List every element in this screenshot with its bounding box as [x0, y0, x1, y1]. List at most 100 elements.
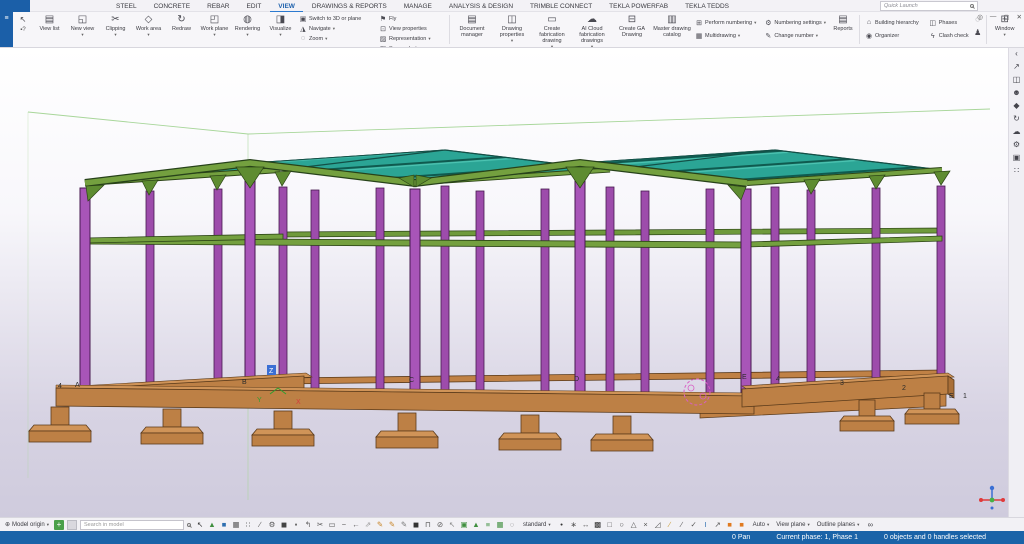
fly-button[interactable]: ⚑ Fly ▾ [379, 15, 445, 23]
back-columns[interactable] [146, 186, 945, 395]
add-point-button[interactable]: + [54, 520, 64, 530]
select-component-gear-icon[interactable]: ⚙ [266, 519, 278, 530]
select-grid-icon[interactable]: ▦ [230, 519, 242, 530]
tab-concrete[interactable]: CONCRETE [154, 3, 190, 10]
building-hierarchy-button[interactable]: ⌂ Building hierarchy [865, 19, 919, 26]
ai-cloud-fabrication-drawings-button[interactable]: ☁ AI Cloud fabrication drawings ▾ [572, 12, 612, 47]
minimize-button[interactable]: — [990, 13, 997, 21]
green-box-icon[interactable]: ▣ [458, 519, 470, 530]
select-cursor-button[interactable]: ↖ [20, 15, 27, 24]
snap-circle-icon[interactable]: ○ [616, 519, 628, 530]
model-origin-dropdown[interactable]: ⊕ Model origin ▾ [3, 520, 51, 529]
share-icon[interactable]: ↗ [1013, 62, 1020, 71]
view-plane-dropdown[interactable]: View plane ▾ [774, 521, 812, 529]
select-line-icon[interactable]: ∕ [254, 519, 266, 530]
select-dash-icon[interactable]: − [338, 519, 350, 530]
document-manager-button[interactable]: ▤ Document manager ▾ [452, 12, 492, 47]
file-menu-button[interactable]: ≡ [0, 12, 13, 47]
change-number-button[interactable]: ✎ Change number ▾ [764, 32, 826, 40]
magnifier-icon[interactable]: ◌ [506, 519, 518, 530]
tab-trimble-connect[interactable]: TRIMBLE CONNECT [530, 3, 592, 10]
select-back-icon[interactable]: ← [350, 519, 362, 530]
snap-slash-icon[interactable]: ∕ [664, 519, 676, 530]
zoom-button[interactable]: ◌ Zoom ▾ [299, 35, 375, 42]
pen-gray-icon[interactable]: ✎ [398, 519, 410, 530]
snap-triangle-icon[interactable]: △ [628, 519, 640, 530]
snap-ref-icon[interactable]: • [556, 519, 568, 530]
pen-orange-icon[interactable]: ✎ [374, 519, 386, 530]
maximize-button[interactable]: ▢ [1003, 13, 1009, 21]
new-view-button[interactable]: ◱ New view ▾ [66, 12, 99, 47]
select-bolt-icon[interactable]: ▪ [290, 519, 302, 530]
account-icon[interactable]: ◎ [977, 13, 983, 21]
work-area-button[interactable]: ◇ Work area ▾ [132, 12, 165, 47]
shape-pi-icon[interactable]: ⊓ [422, 519, 434, 530]
green-tri-icon[interactable]: ▲ [470, 519, 482, 530]
snap-profile-dropdown[interactable]: standard ▾ [521, 521, 553, 529]
snap-diagonal-icon[interactable]: ↗ [712, 519, 724, 530]
auto-dropdown[interactable]: Auto ▾ [751, 521, 772, 529]
no-symbol-icon[interactable]: ⊘ [434, 519, 446, 530]
work-plane-button[interactable]: ◰ Work plane ▾ [198, 12, 231, 47]
snap-square-icon[interactable]: □ [604, 519, 616, 530]
master-drawing-catalog-button[interactable]: ▥ Master drawing catalog ▾ [652, 12, 692, 47]
snap-ibeam-icon[interactable]: I [700, 519, 712, 530]
tab-tekla-tedds[interactable]: TEKLA TEDDS [685, 3, 729, 10]
snap-grid-icon[interactable]: ■ [736, 519, 748, 530]
view-properties-button[interactable]: ⊡ View properties ▾ [379, 25, 445, 33]
drawing-properties-button[interactable]: ◫ Drawing properties ▾ [492, 12, 532, 47]
clash-check-button[interactable]: ϟ Clash check [929, 33, 969, 40]
tab-drawings-reports[interactable]: DRAWINGS & REPORTS [312, 3, 387, 10]
snap-checker-icon[interactable]: ▩ [592, 519, 604, 530]
select-plane-icon[interactable]: ▭ [326, 519, 338, 530]
settings-icon[interactable]: ⚙ [1013, 140, 1020, 149]
snap-slash2-icon[interactable]: ∕ [676, 519, 688, 530]
multidrawing-button[interactable]: ▦ Multidrawing ▾ [695, 32, 756, 40]
clipping-button[interactable]: ✂ Clipping ▾ [99, 12, 132, 47]
numbering-settings-button[interactable]: ⚙ Numbering settings ▾ [764, 19, 826, 27]
tab-rebar[interactable]: REBAR [207, 3, 229, 10]
view-list-button[interactable]: ▤ View list ▾ [33, 12, 66, 47]
list-green-icon[interactable]: ≡ [482, 519, 494, 530]
select-bend-icon[interactable]: ↰ [302, 519, 314, 530]
close-button[interactable]: ✕ [1017, 13, 1022, 21]
users-icon[interactable]: ☻ [1012, 88, 1020, 97]
cloud-icon[interactable]: ☁ [1013, 127, 1021, 136]
cursor2-icon[interactable]: ↖ [446, 519, 458, 530]
select-points-icon[interactable]: ∷ [242, 519, 254, 530]
reports-button[interactable]: ▤ Reports [829, 12, 857, 47]
snap-corner-icon[interactable]: ◿ [652, 519, 664, 530]
tab-edit[interactable]: EDIT [246, 3, 261, 10]
tab-manage[interactable]: MANAGE [404, 3, 432, 10]
create-ga-drawing-button[interactable]: ⊟ Create GA Drawing ▾ [612, 12, 652, 47]
select-cursor-icon[interactable]: ↖ [194, 519, 206, 530]
select-arrow-icon[interactable]: ⇗ [362, 519, 374, 530]
search-icon[interactable] [187, 523, 191, 527]
select-filter-icon[interactable]: ■ [218, 519, 230, 530]
snap-ortho-icon[interactable]: ■ [724, 519, 736, 530]
select-components-icon[interactable]: ▲ [206, 519, 218, 530]
phases-button[interactable]: ◫ Phases [929, 19, 969, 27]
create-fabrication-drawing-button[interactable]: ▭ Create fabrication drawing ▾ [532, 12, 572, 47]
tab-steel[interactable]: STEEL [116, 3, 137, 10]
rendering-button[interactable]: ◍ Rendering ▾ [231, 12, 264, 47]
switch-3d-plane-button[interactable]: ▣ Switch to 3D or plane ▾ [299, 15, 375, 23]
tab-view[interactable]: VIEW [278, 3, 295, 10]
select-cut-icon[interactable]: ✂ [314, 519, 326, 530]
representation-button[interactable]: ▨ Representation ▾ [379, 35, 445, 43]
square-dark-icon[interactable]: ◼ [410, 519, 422, 530]
snap-star-icon[interactable]: ∗ [568, 519, 580, 530]
outline-planes-dropdown[interactable]: Outline planes ▾ [815, 521, 862, 529]
link-icon[interactable]: ∞ [864, 519, 876, 530]
quick-launch-input[interactable]: Quick Launch [880, 1, 978, 11]
apps-icon[interactable]: ∷ [1014, 166, 1019, 175]
clip-icon[interactable]: ◫ [1013, 75, 1021, 84]
navigate-button[interactable]: ◮ Navigate ▾ [299, 25, 375, 33]
pen-orange2-icon[interactable]: ✎ [386, 519, 398, 530]
select-part-icon[interactable]: ◼ [278, 519, 290, 530]
snap-x-icon[interactable]: × [640, 519, 652, 530]
tab-tekla-powerfab[interactable]: TEKLA POWERFAB [609, 3, 668, 10]
walk-mode-icon[interactable]: ♟ [974, 28, 981, 37]
grid-green-icon[interactable]: ▦ [494, 519, 506, 530]
help-cursor-button[interactable]: ▪? [20, 27, 25, 33]
